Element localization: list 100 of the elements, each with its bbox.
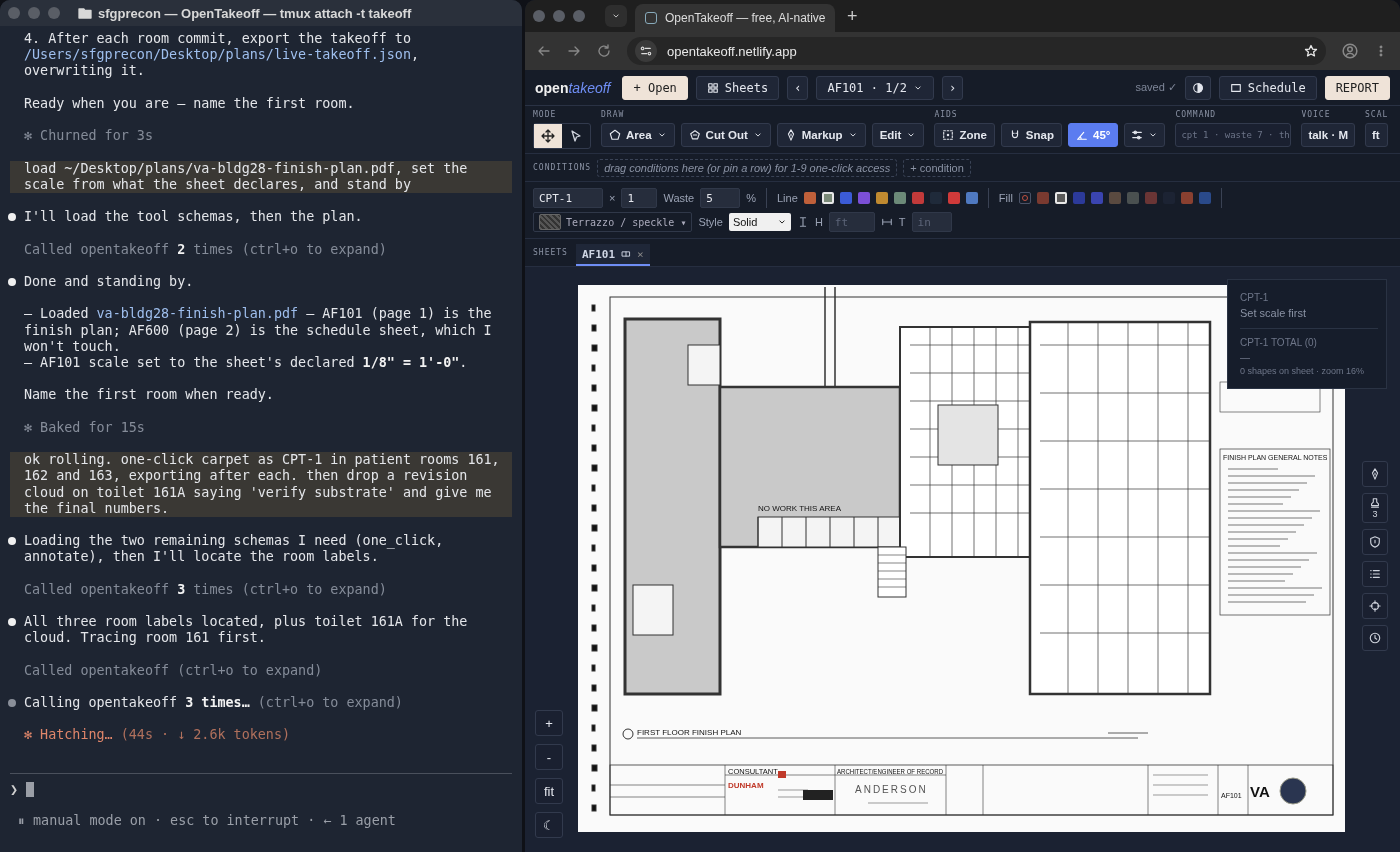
back-icon: [537, 44, 551, 58]
assistant-message: Done and standing by.: [24, 273, 194, 291]
color-swatch[interactable]: [1036, 192, 1049, 204]
minimize-button[interactable]: [28, 7, 40, 19]
color-swatch[interactable]: [965, 192, 978, 204]
color-swatch[interactable]: [857, 192, 870, 204]
style-select[interactable]: Solid: [728, 213, 791, 231]
color-swatch[interactable]: [911, 192, 924, 204]
zoom-control[interactable]: -: [535, 744, 563, 770]
open-button[interactable]: + Open: [622, 75, 688, 100]
draw-tool-button[interactable]: Cut Out: [680, 123, 771, 147]
status-message: ✻ Baked for 15s: [24, 419, 145, 436]
prompt-message: load ~/Desktop/plans/va-bldg28-finish-plan.pdf, set the scale from what the sheet declares, and stand by: [24, 160, 468, 193]
progress-message: ✻ Hatching… (44s · ↓ 2.6k tokens): [24, 727, 291, 744]
condition-name-field[interactable]: CPT-1: [533, 188, 603, 208]
aid-toggle[interactable]: Snap: [1000, 123, 1062, 147]
maximize-button[interactable]: [573, 10, 585, 22]
plan-title: FIRST FLOOR FINISH PLAN: [637, 728, 742, 737]
group-label: VOICE: [1301, 110, 1332, 120]
next-sheet-button[interactable]: ›: [941, 75, 964, 100]
color-swatch[interactable]: [1144, 192, 1157, 204]
rail-button[interactable]: [1362, 461, 1388, 487]
rail-button[interactable]: [1362, 529, 1388, 555]
close-button[interactable]: [8, 7, 20, 19]
color-swatch[interactable]: [1090, 192, 1103, 204]
aids-settings-button[interactable]: [1124, 123, 1166, 147]
frame-icon: [1229, 81, 1242, 94]
contrast-icon: [1191, 81, 1204, 94]
architect-firm: ANDERSON: [855, 784, 928, 795]
status-message: ✻ Churned for 3s: [24, 128, 153, 145]
color-swatch[interactable]: [1072, 192, 1085, 204]
quantity-field[interactable]: 1: [621, 188, 658, 208]
sheet-picker[interactable]: AF101 · 1/2: [816, 75, 934, 100]
sheets-button[interactable]: Sheets: [695, 75, 780, 100]
tool-call-summary[interactable]: Called opentakeoff (ctrl+o to expand): [24, 662, 323, 679]
group-label: SCAL: [1365, 110, 1389, 120]
address-bar[interactable]: opentakeoff.netlify.app: [627, 37, 1326, 65]
color-swatch[interactable]: [1054, 192, 1067, 204]
add-condition-button[interactable]: + condition: [903, 158, 971, 177]
window-title: sfgprecon — OpenTakeoff — tmux attach -t takeoff: [98, 5, 412, 21]
crosshair-icon: [1369, 600, 1381, 612]
color-swatch[interactable]: [821, 192, 834, 204]
color-swatch[interactable]: [1180, 192, 1193, 204]
sheet-tab[interactable]: AF101 ×: [575, 244, 650, 266]
grid-icon: [706, 81, 719, 94]
rail-button[interactable]: [1362, 625, 1388, 651]
color-swatch[interactable]: [893, 192, 906, 204]
theme-toggle[interactable]: [1184, 75, 1211, 100]
color-swatch[interactable]: [947, 192, 960, 204]
tool-call-summary[interactable]: Called opentakeoff 2 times (ctrl+o to expand): [24, 241, 387, 258]
conditions-dropzone[interactable]: drag conditions here (or pin a row) for 1-9 one-click access: [597, 158, 898, 177]
rail-button[interactable]: [1362, 561, 1388, 587]
schedule-button[interactable]: Schedule: [1218, 75, 1317, 100]
previous-sheet-button[interactable]: ‹: [787, 75, 809, 100]
total-value: —: [1240, 350, 1251, 365]
rail-button[interactable]: 3: [1362, 493, 1388, 523]
color-swatch[interactable]: [1108, 192, 1121, 204]
maximize-button[interactable]: [48, 7, 60, 19]
waste-field[interactable]: 5: [700, 188, 741, 208]
pentagon-icon: [688, 129, 701, 141]
stamp-count: 3: [1372, 509, 1378, 519]
aid-toggle[interactable]: Zone: [934, 123, 995, 147]
color-swatch[interactable]: [1126, 192, 1139, 204]
condition-total: CPT-1 TOTAL (0): [1240, 335, 1318, 350]
app-logo[interactable]: opentakeoff: [535, 79, 611, 96]
area-note: NO WORK THIS AREA: [758, 504, 841, 513]
aid-toggle[interactable]: 45°: [1068, 123, 1119, 147]
pan-tool-button[interactable]: [534, 124, 562, 148]
draw-tool-button[interactable]: Markup: [776, 123, 866, 147]
pattern-dropdown[interactable]: Terrazzo / speckle ▾: [533, 212, 693, 232]
color-swatch[interactable]: [875, 192, 888, 204]
minimize-button[interactable]: [553, 10, 565, 22]
assistant-message: Name the first room when ready.: [24, 387, 274, 404]
close-button[interactable]: [533, 10, 545, 22]
multiply-sign: ×: [609, 192, 616, 204]
assistant-message: Ready when you are — name the first room.: [24, 95, 355, 112]
zoom-control[interactable]: +: [535, 710, 563, 736]
draw-tool-button[interactable]: Area: [601, 123, 675, 147]
conditions-label: CONDITIONS: [533, 162, 592, 173]
report-button[interactable]: REPORT: [1324, 75, 1390, 100]
angle-icon: [1076, 129, 1088, 141]
command-field[interactable]: cpt 1 · waste 7 · th: [1175, 123, 1292, 147]
badge-icon: [1369, 536, 1381, 548]
voice-button[interactable]: talk · M: [1301, 123, 1355, 147]
no-fill-swatch[interactable]: [1018, 192, 1031, 204]
reload-icon: [597, 44, 611, 58]
color-swatch[interactable]: [803, 192, 816, 204]
zoom-control[interactable]: fit: [535, 778, 563, 804]
rail-button[interactable]: [1362, 593, 1388, 619]
prompt-symbol: ❯: [10, 782, 19, 797]
group-label: DRAW: [601, 110, 626, 120]
color-swatch[interactable]: [1198, 192, 1211, 204]
new-tab-button[interactable]: +: [843, 5, 862, 27]
scale-button[interactable]: ft: [1365, 123, 1389, 147]
zoom-control[interactable]: ☾: [535, 812, 563, 838]
tool-call-summary[interactable]: Called opentakeoff 3 times (ctrl+o to expand): [24, 581, 387, 598]
assistant-message: All three room labels located, plus toilet 161A for the cloud. Tracing room 161 first.: [24, 614, 468, 647]
color-swatch[interactable]: [839, 192, 852, 204]
browser-tab[interactable]: OpenTakeoff — free, AI-native: [635, 4, 835, 32]
draw-tool-button[interactable]: Edit: [871, 123, 925, 147]
